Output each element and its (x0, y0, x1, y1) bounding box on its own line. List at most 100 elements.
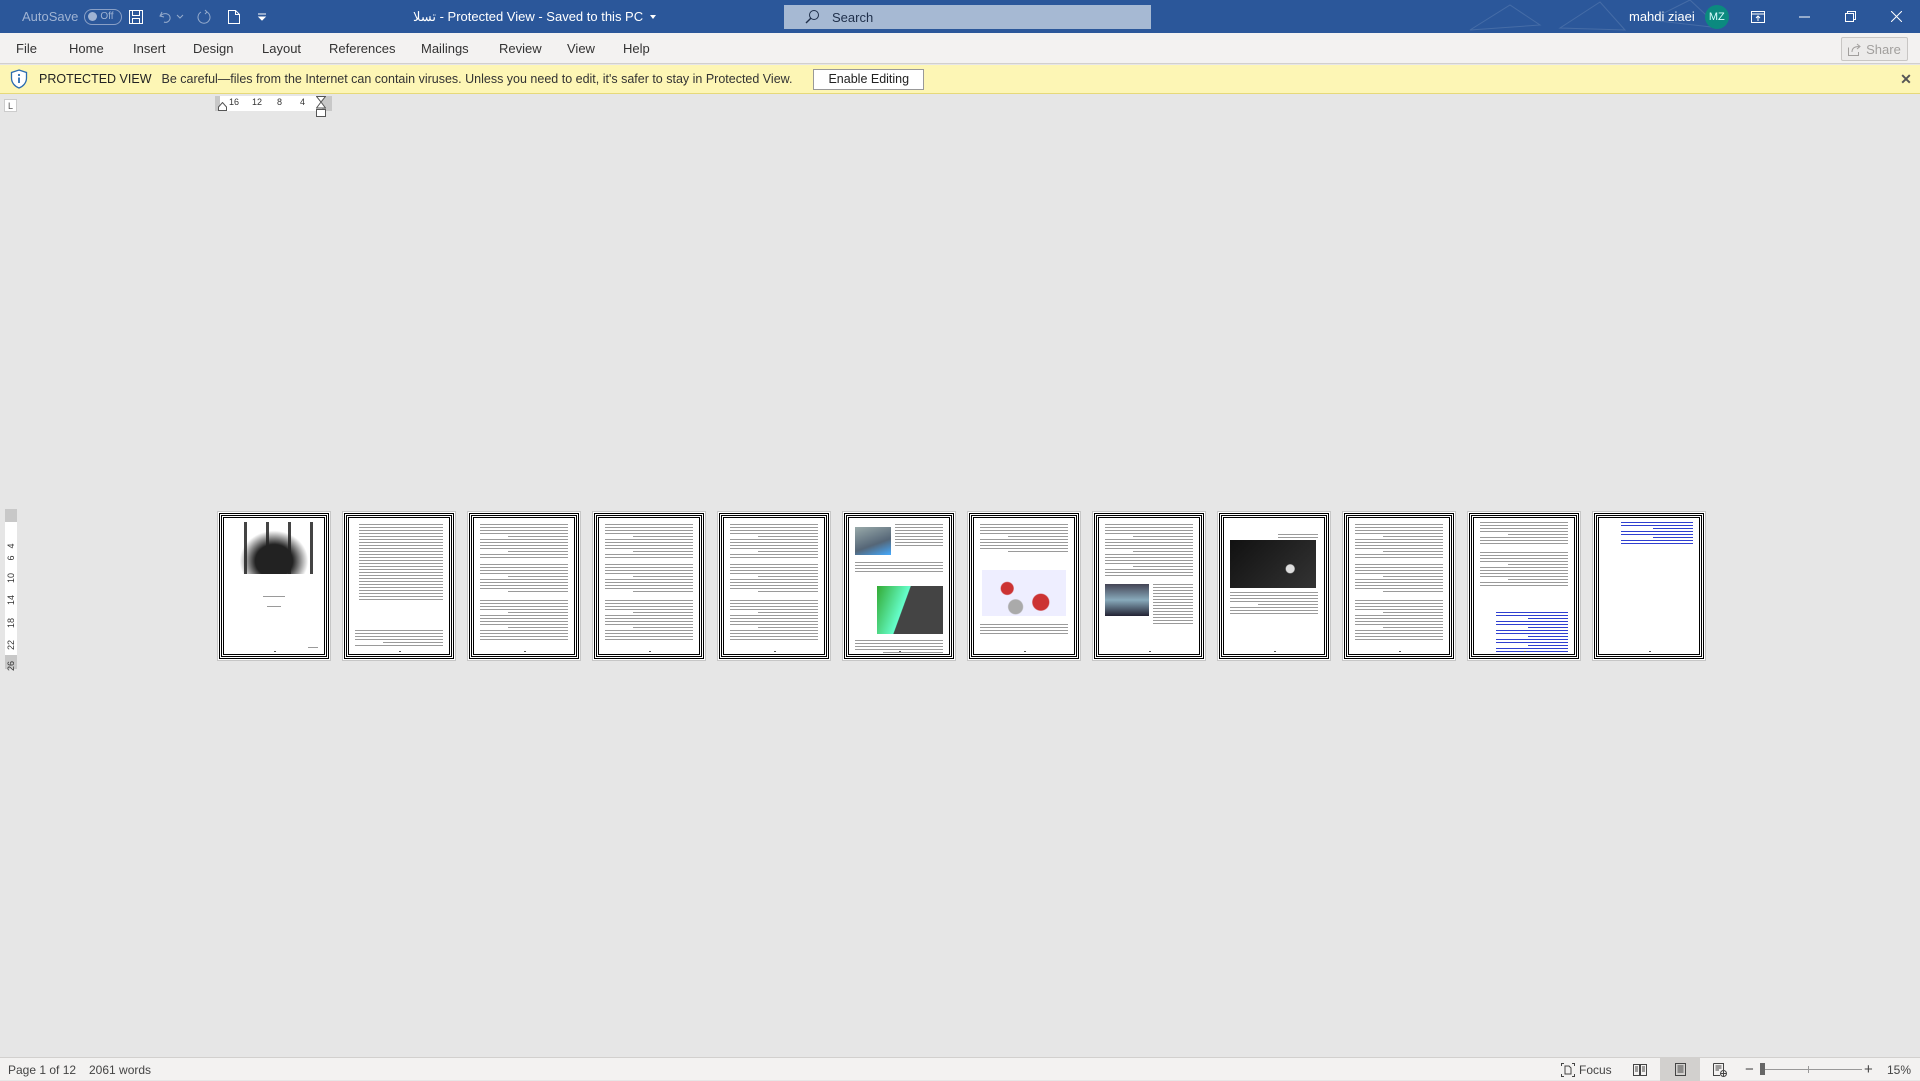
text-line (480, 554, 568, 555)
page-thumbnail[interactable] (342, 511, 456, 661)
undo-dropdown-icon[interactable] (174, 7, 186, 27)
text-line (1480, 525, 1568, 526)
page-thumbnail[interactable] (217, 511, 331, 661)
page-thumbnail[interactable] (1342, 511, 1456, 661)
autosave-toggle[interactable]: Off (84, 8, 123, 25)
hanging-indent-icon[interactable] (316, 96, 326, 118)
new-doc-icon[interactable] (224, 7, 244, 27)
page-thumbnail[interactable] (1467, 511, 1581, 661)
print-layout-button[interactable] (1660, 1058, 1700, 1081)
text-line (1480, 567, 1568, 568)
text-line (633, 536, 693, 537)
hyperlink-line (1528, 636, 1568, 637)
autosave-control[interactable]: AutoSave Off (22, 0, 123, 33)
tab-mailings[interactable]: Mailings (421, 33, 469, 64)
tab-design[interactable]: Design (193, 33, 233, 64)
page-indicator[interactable]: Page 1 of 12 (8, 1058, 76, 1081)
text-line (895, 539, 943, 540)
print-layout-icon (1674, 1063, 1686, 1076)
focus-button[interactable]: Focus (1561, 1058, 1612, 1081)
page-thumbnail[interactable] (1592, 511, 1706, 661)
text-line (730, 542, 818, 543)
web-layout-button[interactable] (1700, 1058, 1740, 1081)
tab-help[interactable]: Help (623, 33, 650, 64)
text-line (605, 615, 693, 616)
horizontal-ruler[interactable]: 16 12 8 4 (215, 96, 332, 117)
tab-file[interactable]: File (16, 33, 37, 64)
text-line (730, 606, 818, 607)
text-line (1230, 592, 1318, 593)
save-icon[interactable] (126, 7, 146, 27)
text-line (1383, 612, 1443, 613)
shield-info-icon (9, 69, 29, 89)
page-thumbnail[interactable] (592, 511, 706, 661)
read-mode-button[interactable] (1620, 1058, 1660, 1081)
hyperlink-line (1496, 621, 1568, 622)
text-line (605, 557, 693, 558)
autosave-state: Off (100, 11, 114, 22)
text-line (1355, 624, 1443, 625)
text-line (758, 536, 818, 537)
text-line (758, 576, 818, 577)
ribbon-display-options-button[interactable] (1735, 0, 1781, 33)
restore-button[interactable] (1827, 0, 1873, 33)
tab-layout[interactable]: Layout (262, 33, 301, 64)
text-line (508, 591, 568, 592)
customize-qat-icon[interactable] (252, 7, 272, 27)
share-button[interactable]: Share (1841, 37, 1908, 61)
text-line (730, 524, 818, 525)
page-thumbnail[interactable] (467, 511, 581, 661)
page-thumbnail[interactable] (842, 511, 956, 661)
text-line (1355, 545, 1443, 546)
title-bar: AutoSave Off تسلا - Protected View - Sav… (0, 0, 1920, 33)
page-thumbnail[interactable] (967, 511, 1081, 661)
text-line (1105, 569, 1193, 570)
text-line (730, 624, 818, 625)
enable-editing-button[interactable]: Enable Editing (813, 68, 925, 90)
text-line (308, 647, 318, 648)
tab-references[interactable]: References (329, 33, 395, 64)
tab-insert[interactable]: Insert (133, 33, 166, 64)
text-line (1355, 633, 1443, 634)
word-count[interactable]: 2061 words (89, 1058, 151, 1081)
zoom-slider[interactable] (1762, 1069, 1862, 1070)
redo-icon[interactable] (194, 7, 214, 27)
tab-selector[interactable]: L (4, 99, 17, 112)
account-button[interactable]: mahdi ziaei MZ (1629, 0, 1729, 33)
tab-view[interactable]: View (567, 33, 595, 64)
close-bar-icon[interactable]: ✕ (1898, 71, 1914, 87)
page-thumbnail[interactable] (1217, 511, 1331, 661)
text-line (1153, 605, 1193, 606)
zoom-slider-thumb[interactable] (1760, 1063, 1765, 1075)
text-line (1355, 585, 1443, 586)
zoom-in-button[interactable]: + (1864, 1058, 1873, 1081)
text-line (730, 618, 818, 619)
text-line (480, 609, 568, 610)
undo-icon[interactable] (156, 7, 176, 27)
text-line (480, 539, 568, 540)
text-line (1355, 630, 1443, 631)
text-line (855, 562, 943, 563)
search-input[interactable]: Search (784, 5, 1151, 29)
page-thumbnail[interactable] (1092, 511, 1206, 661)
text-line (605, 636, 693, 637)
tab-home[interactable]: Home (69, 33, 104, 64)
text-line (855, 640, 943, 641)
text-line (480, 573, 568, 574)
text-line (1355, 636, 1443, 637)
text-line (383, 642, 443, 643)
vertical-ruler[interactable]: 4 6 10 14 18 22 26 (5, 509, 17, 671)
page-thumbnail[interactable] (717, 511, 831, 661)
tab-review[interactable]: Review (499, 33, 542, 64)
hyperlink-line (1621, 522, 1693, 523)
minimize-button[interactable] (1781, 0, 1827, 33)
protected-view-bar: PROTECTED VIEW Be careful—files from the… (0, 65, 1920, 94)
zoom-out-button[interactable]: − (1745, 1058, 1754, 1081)
search-icon (805, 10, 819, 24)
text-line (1480, 531, 1568, 532)
first-line-indent-icon[interactable] (218, 102, 227, 111)
close-window-button[interactable] (1873, 0, 1919, 33)
document-title[interactable]: تسلا - Protected View - Saved to this PC (413, 0, 657, 33)
zoom-level[interactable]: 15% (1887, 1058, 1911, 1081)
hyperlink-line (1621, 531, 1693, 532)
